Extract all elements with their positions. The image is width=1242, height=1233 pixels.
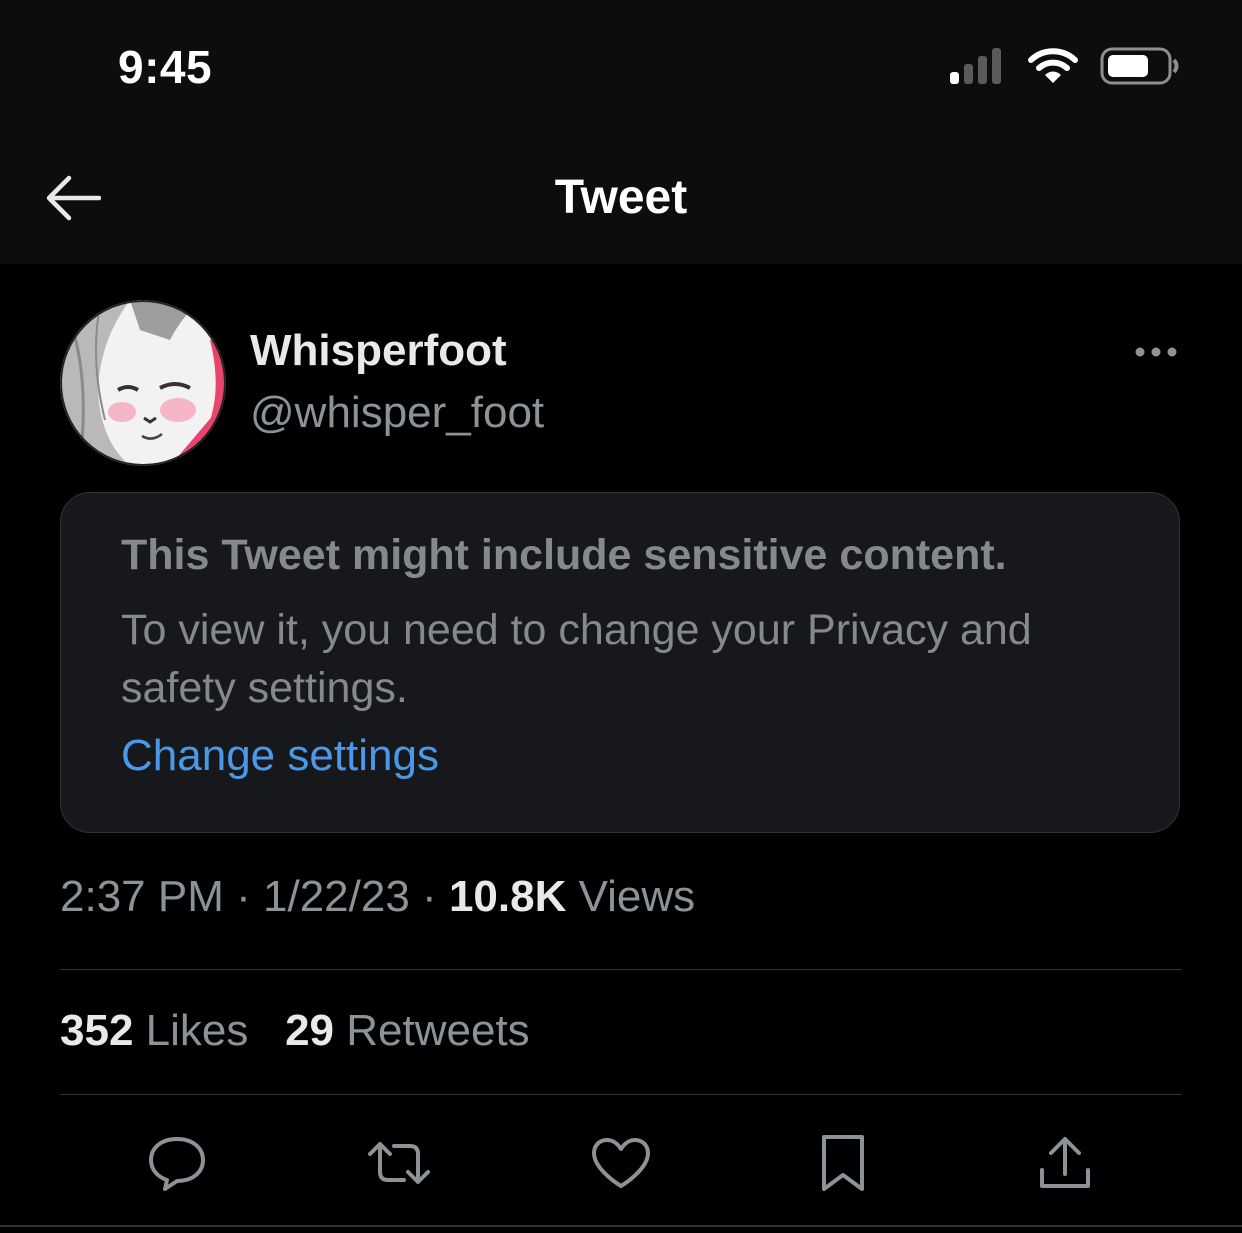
views-label: Views [578, 872, 696, 921]
status-time: 9:45 [118, 41, 213, 93]
change-settings-link[interactable]: Change settings [121, 731, 439, 781]
share-button[interactable] [1032, 1130, 1098, 1196]
more-options-button[interactable] [1130, 332, 1182, 372]
meta-separator: · [236, 872, 251, 921]
status-bar: 9:45 [0, 0, 1242, 130]
engagement-stats: 352 Likes 29 Retweets [60, 1006, 530, 1056]
meta-separator: · [422, 872, 437, 921]
notice-body: To view it, you need to change your Priv… [121, 606, 1032, 712]
avatar[interactable] [60, 300, 226, 466]
divider [60, 969, 1182, 970]
retweets-stat[interactable]: 29 Retweets [285, 1006, 530, 1055]
reply-button[interactable] [144, 1130, 210, 1196]
likes-label: Likes [145, 1006, 249, 1055]
sensitive-content-notice: This Tweet might include sensitive conte… [60, 492, 1180, 833]
tweet-time: 2:37 PM [60, 872, 224, 921]
tweet-detail-screen: 9:45 Tweet Whisperfoot @whisper_foot Thi… [0, 0, 1242, 1233]
cellular-signal-icon [950, 48, 1001, 84]
share-upload-icon [1040, 1137, 1090, 1188]
avatar-image [60, 300, 226, 466]
retweet-button[interactable] [366, 1130, 432, 1196]
navigation-bar: Tweet [0, 130, 1242, 264]
tweet-date: 1/22/23 [263, 872, 410, 921]
retweets-count: 29 [285, 1006, 335, 1055]
page-title: Tweet [554, 171, 688, 224]
heart-icon [592, 1138, 650, 1188]
retweet-icon [368, 1142, 430, 1184]
like-button[interactable] [588, 1130, 654, 1196]
bottom-divider [0, 1225, 1242, 1227]
author-handle[interactable]: @whisper_foot [250, 388, 544, 438]
notice-title: This Tweet might include sensitive conte… [121, 531, 1007, 579]
battery-icon [1100, 47, 1179, 85]
more-horizontal-icon [1135, 347, 1177, 357]
views-count: 10.8K [448, 872, 567, 921]
author-name[interactable]: Whisperfoot [250, 326, 507, 376]
reply-bubble-icon [149, 1137, 205, 1191]
likes-count: 352 [60, 1006, 134, 1055]
retweets-label: Retweets [346, 1006, 530, 1055]
status-icons [950, 46, 1180, 86]
bookmark-button[interactable] [810, 1130, 876, 1196]
likes-stat[interactable]: 352 Likes [60, 1006, 248, 1055]
bookmark-icon [822, 1135, 864, 1191]
divider [60, 1094, 1182, 1095]
wifi-icon [1028, 48, 1078, 83]
tweet-meta: 2:37 PM · 1/22/23 · 10.8K Views [60, 872, 695, 922]
